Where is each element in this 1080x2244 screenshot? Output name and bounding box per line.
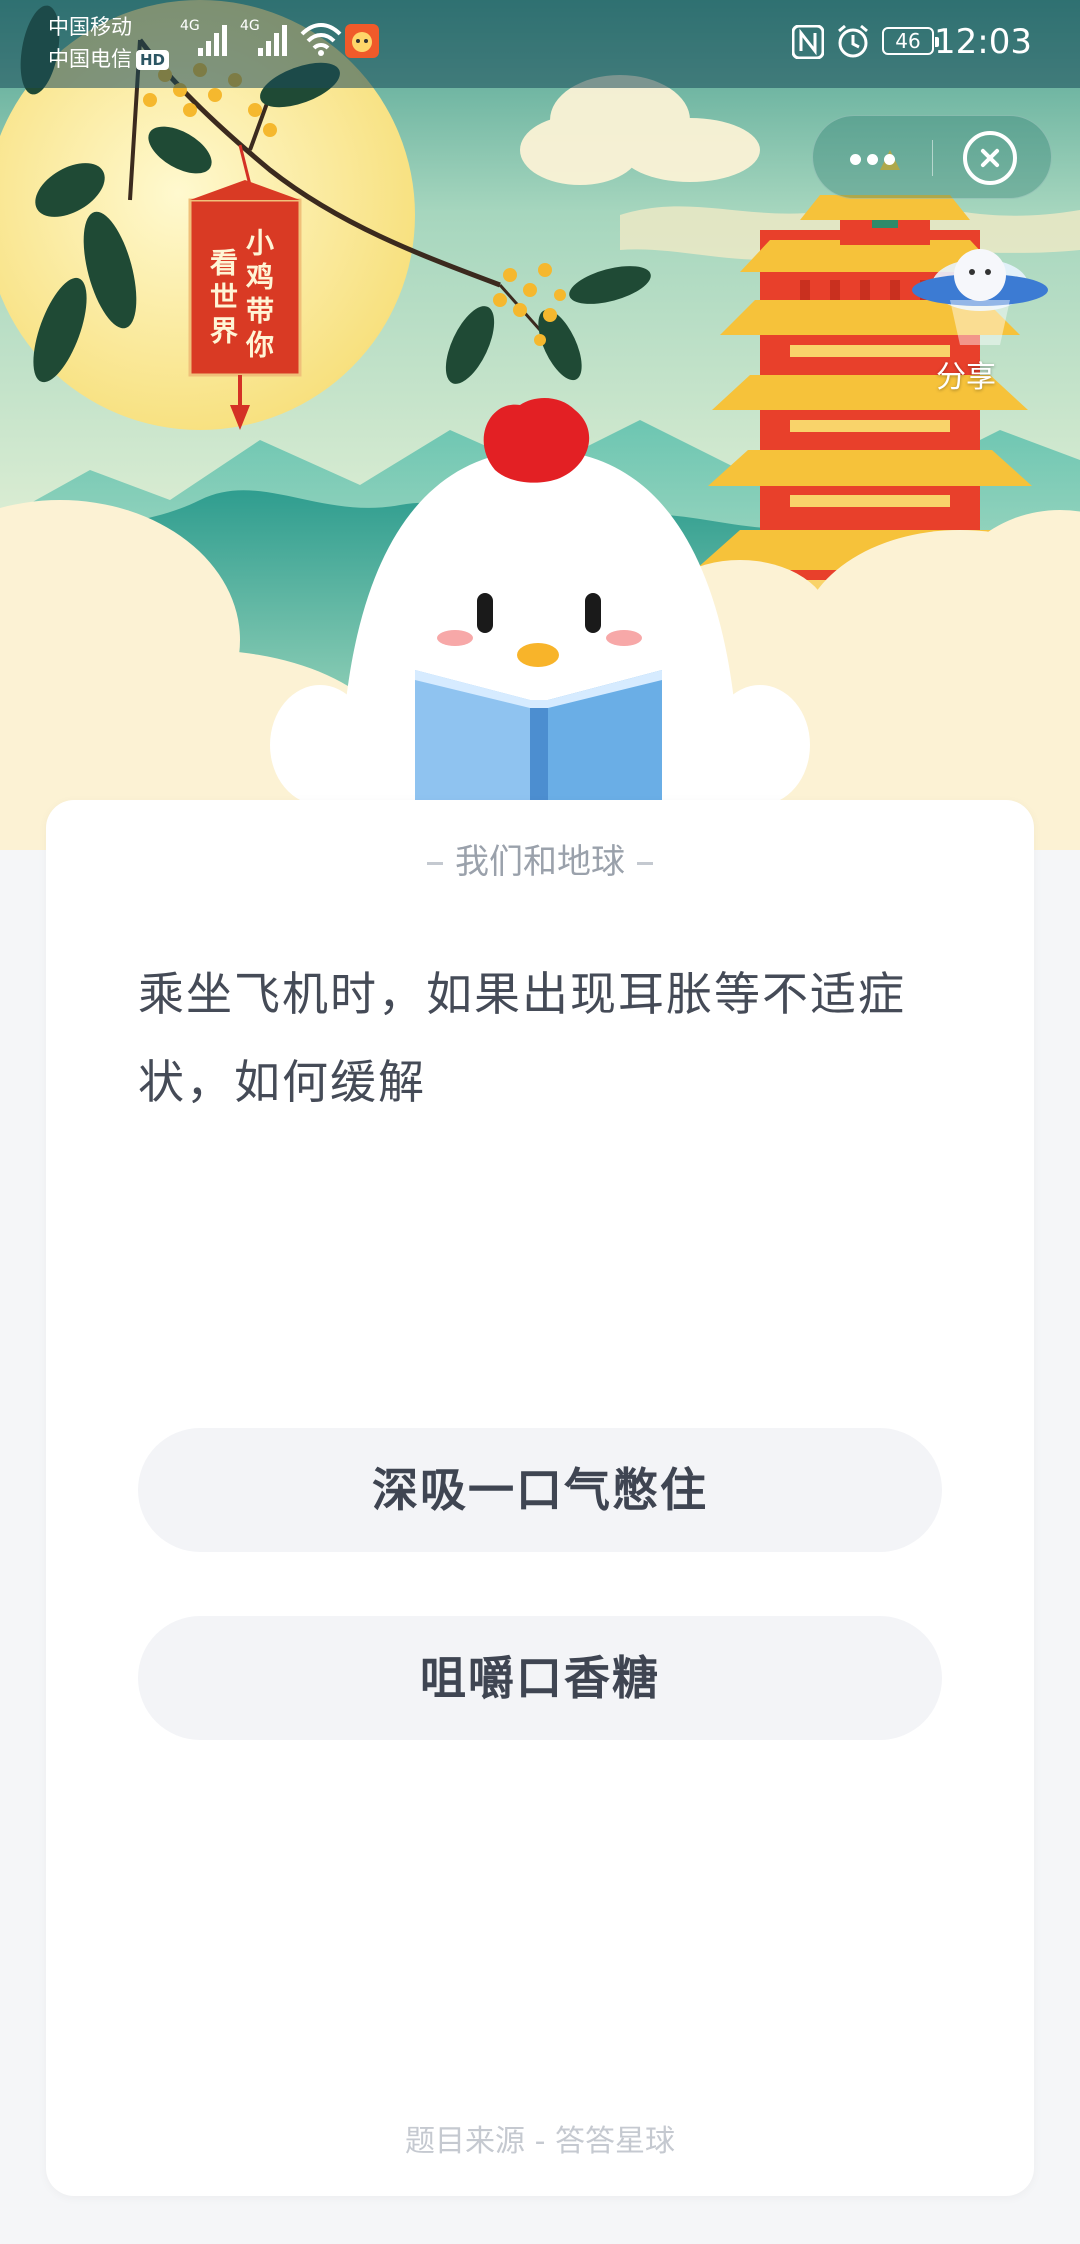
status-bar: 中国移动 中国电信 HD 4G 4G 46 12:03 bbox=[0, 0, 1080, 88]
tag-text-line-1: 小鸡带你 bbox=[242, 228, 275, 364]
capsule-divider bbox=[932, 140, 933, 176]
status-time: 12:03 bbox=[934, 22, 1032, 62]
signal-type-label-1: 4G bbox=[180, 18, 200, 34]
signal-type-label-2: 4G bbox=[240, 18, 260, 34]
tag-text-line-2: 看世界 bbox=[206, 248, 239, 350]
miniprogram-capsule bbox=[812, 115, 1052, 199]
more-options-button[interactable] bbox=[813, 116, 931, 200]
battery-level: 46 bbox=[895, 29, 921, 53]
hd-badge: HD bbox=[136, 50, 170, 70]
alarm-icon bbox=[838, 24, 868, 58]
carrier-name-2: 中国电信 HD bbox=[48, 46, 170, 72]
question-source: 题目来源 - 答答星球 bbox=[405, 2124, 675, 2159]
more-dot-icon bbox=[884, 154, 895, 165]
nfc-icon bbox=[792, 25, 824, 59]
signal-strength-icon-2 bbox=[258, 25, 287, 56]
wifi-icon bbox=[300, 23, 342, 56]
category-dash-right bbox=[637, 862, 653, 865]
answer-option-1[interactable]: 深吸一口气憋住 bbox=[138, 1428, 942, 1552]
category-label: 我们和地球 bbox=[455, 842, 625, 882]
carrier-name-1: 中国移动 bbox=[48, 15, 132, 39]
carrier-name-2-text: 中国电信 bbox=[48, 47, 132, 71]
more-dot-icon bbox=[867, 154, 878, 165]
question-card: 我们和地球 乘坐飞机时，如果出现耳胀等不适症状，如何缓解 深吸一口气憋住 咀嚼口… bbox=[46, 800, 1034, 2196]
category-dash-left bbox=[427, 862, 443, 865]
more-dot-icon bbox=[850, 154, 861, 165]
battery-icon: 46 bbox=[882, 27, 939, 55]
question-category: 我们和地球 bbox=[46, 840, 1034, 884]
share-button-label[interactable]: 分享 bbox=[936, 352, 996, 396]
answer-option-2[interactable]: 咀嚼口香糖 bbox=[138, 1616, 942, 1740]
signal-strength-icon bbox=[198, 25, 227, 56]
question-text: 乘坐飞机时，如果出现耳胀等不适症状，如何缓解 bbox=[138, 967, 906, 1109]
close-miniprogram-icon[interactable] bbox=[963, 131, 1017, 185]
app-notification-icon bbox=[345, 24, 379, 58]
